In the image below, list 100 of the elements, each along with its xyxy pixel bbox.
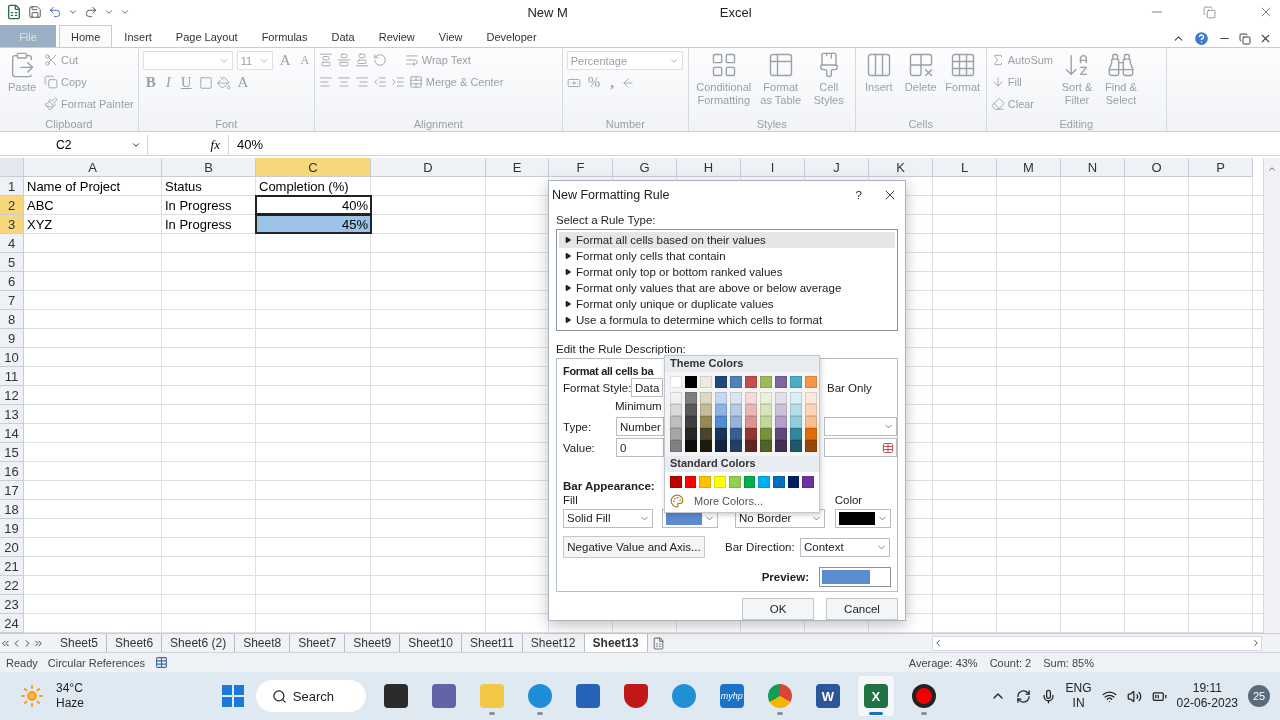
color-swatch[interactable] bbox=[802, 476, 815, 488]
row-number[interactable]: 3 bbox=[0, 215, 24, 234]
color-swatch[interactable] bbox=[685, 392, 697, 404]
undo-icon[interactable] bbox=[48, 5, 62, 19]
table-cell[interactable]: 45% bbox=[256, 215, 371, 233]
color-swatch[interactable] bbox=[685, 428, 697, 440]
microphone-icon[interactable] bbox=[1040, 688, 1056, 704]
table-cell[interactable]: Name of Project bbox=[24, 177, 162, 195]
formula-field[interactable]: 40% bbox=[228, 134, 1280, 155]
fill-type-field[interactable]: Solid Fill bbox=[563, 508, 653, 528]
color-swatch[interactable] bbox=[805, 416, 817, 428]
save-icon[interactable] bbox=[28, 5, 42, 19]
color-swatch[interactable] bbox=[730, 376, 742, 388]
volume-icon[interactable] bbox=[1126, 688, 1142, 704]
row-number[interactable]: 10 bbox=[0, 348, 24, 367]
table-cell[interactable]: In Progress bbox=[162, 196, 256, 214]
taskbar-app[interactable]: myhp bbox=[713, 676, 750, 716]
table-cell[interactable]: XYZ bbox=[24, 215, 162, 233]
row-number[interactable]: 12 bbox=[0, 386, 24, 405]
bar-direction-field[interactable]: Context bbox=[800, 537, 890, 557]
table-cell[interactable]: In Progress bbox=[162, 215, 256, 233]
color-swatch[interactable] bbox=[745, 376, 757, 388]
row-number[interactable]: 24 bbox=[0, 614, 24, 633]
color-swatch[interactable] bbox=[730, 428, 742, 440]
color-swatch[interactable] bbox=[700, 376, 712, 388]
table-cell[interactable]: Completion (%) bbox=[256, 177, 371, 195]
color-swatch[interactable] bbox=[805, 440, 817, 452]
color-swatch[interactable] bbox=[775, 428, 787, 440]
color-swatch[interactable] bbox=[775, 404, 787, 416]
row-number[interactable]: 21 bbox=[0, 557, 24, 576]
ribbon-tab[interactable]: View bbox=[426, 25, 475, 47]
color-swatch[interactable] bbox=[760, 428, 772, 440]
color-swatch[interactable] bbox=[790, 404, 802, 416]
row-number[interactable]: 20 bbox=[0, 538, 24, 557]
ribbon-tab[interactable]: Data bbox=[319, 25, 367, 47]
row-number[interactable]: 14 bbox=[0, 424, 24, 443]
rule-type-item[interactable]: Format all cells based on their values bbox=[559, 232, 895, 248]
color-swatch[interactable] bbox=[670, 376, 682, 388]
color-swatch[interactable] bbox=[805, 404, 817, 416]
column-header[interactable]: J bbox=[805, 158, 869, 177]
color-swatch[interactable] bbox=[805, 392, 817, 404]
rule-type-item[interactable]: Use a formula to determine which cells to format bbox=[559, 312, 895, 328]
row-number[interactable]: 8 bbox=[0, 310, 24, 329]
color-swatch[interactable] bbox=[775, 440, 787, 452]
row-number[interactable]: 15 bbox=[0, 443, 24, 462]
color-swatch[interactable] bbox=[790, 376, 802, 388]
minimum-value-field[interactable]: 0 bbox=[616, 438, 664, 458]
color-swatch[interactable] bbox=[730, 416, 742, 428]
restore-icon[interactable] bbox=[1239, 32, 1251, 45]
horizontal-scrollbar[interactable] bbox=[932, 635, 1262, 651]
negative-value-button[interactable]: Negative Value and Axis... bbox=[563, 536, 705, 559]
ok-button[interactable]: OK bbox=[742, 598, 814, 620]
color-swatch[interactable] bbox=[772, 476, 785, 488]
column-header[interactable]: G bbox=[613, 158, 677, 177]
color-swatch[interactable] bbox=[758, 476, 770, 488]
column-header[interactable]: M bbox=[997, 158, 1061, 177]
maximum-value-field[interactable] bbox=[824, 438, 897, 458]
color-swatch[interactable] bbox=[775, 376, 787, 388]
color-swatch[interactable] bbox=[728, 476, 741, 488]
restore-icon[interactable] bbox=[1203, 5, 1216, 19]
color-swatch[interactable] bbox=[700, 416, 712, 428]
color-swatch[interactable] bbox=[760, 404, 772, 416]
color-swatch[interactable] bbox=[745, 440, 757, 452]
row-number[interactable]: 7 bbox=[0, 291, 24, 310]
row-number[interactable]: 22 bbox=[0, 576, 24, 595]
sheet-tab[interactable]: Sheet13 bbox=[584, 633, 648, 653]
more-colors-link[interactable]: More Colors... bbox=[694, 495, 764, 507]
border-color-field[interactable] bbox=[835, 508, 891, 528]
color-swatch[interactable] bbox=[790, 428, 802, 440]
row-number[interactable]: 11 bbox=[0, 367, 24, 386]
column-header[interactable]: L bbox=[933, 158, 997, 177]
color-swatch[interactable] bbox=[715, 404, 727, 416]
notification-badge[interactable]: 25 bbox=[1248, 685, 1270, 707]
color-swatch[interactable] bbox=[730, 392, 742, 404]
color-swatch[interactable] bbox=[715, 392, 727, 404]
ribbon-tab[interactable]: Page Layout bbox=[163, 25, 250, 47]
color-swatch[interactable] bbox=[715, 428, 727, 440]
rule-type-item[interactable]: Format only cells that contain bbox=[559, 248, 895, 264]
column-header[interactable]: F bbox=[549, 158, 613, 177]
wifi-icon[interactable] bbox=[1101, 688, 1117, 704]
language-button[interactable]: ENG IN bbox=[1065, 681, 1092, 711]
color-swatch[interactable] bbox=[670, 416, 682, 428]
color-swatch[interactable] bbox=[760, 440, 772, 452]
color-swatch[interactable] bbox=[685, 376, 697, 388]
row-number[interactable]: 9 bbox=[0, 329, 24, 348]
sync-icon[interactable] bbox=[1015, 688, 1031, 704]
color-swatch[interactable] bbox=[685, 440, 697, 452]
column-header[interactable]: D bbox=[371, 158, 486, 177]
taskbar-app[interactable]: X bbox=[857, 676, 894, 716]
row-number[interactable]: 19 bbox=[0, 519, 24, 538]
color-swatch[interactable] bbox=[700, 404, 712, 416]
table-cell[interactable]: Status bbox=[162, 177, 256, 195]
color-swatch[interactable] bbox=[700, 392, 712, 404]
color-swatch[interactable] bbox=[743, 476, 756, 488]
row-number[interactable]: 6 bbox=[0, 272, 24, 291]
rule-type-item[interactable]: Format only values that are above or below average bbox=[559, 280, 895, 296]
color-swatch[interactable] bbox=[775, 416, 787, 428]
caret-icon[interactable] bbox=[68, 7, 78, 17]
format-style-field[interactable]: Data bbox=[631, 378, 663, 398]
color-swatch[interactable] bbox=[715, 416, 727, 428]
